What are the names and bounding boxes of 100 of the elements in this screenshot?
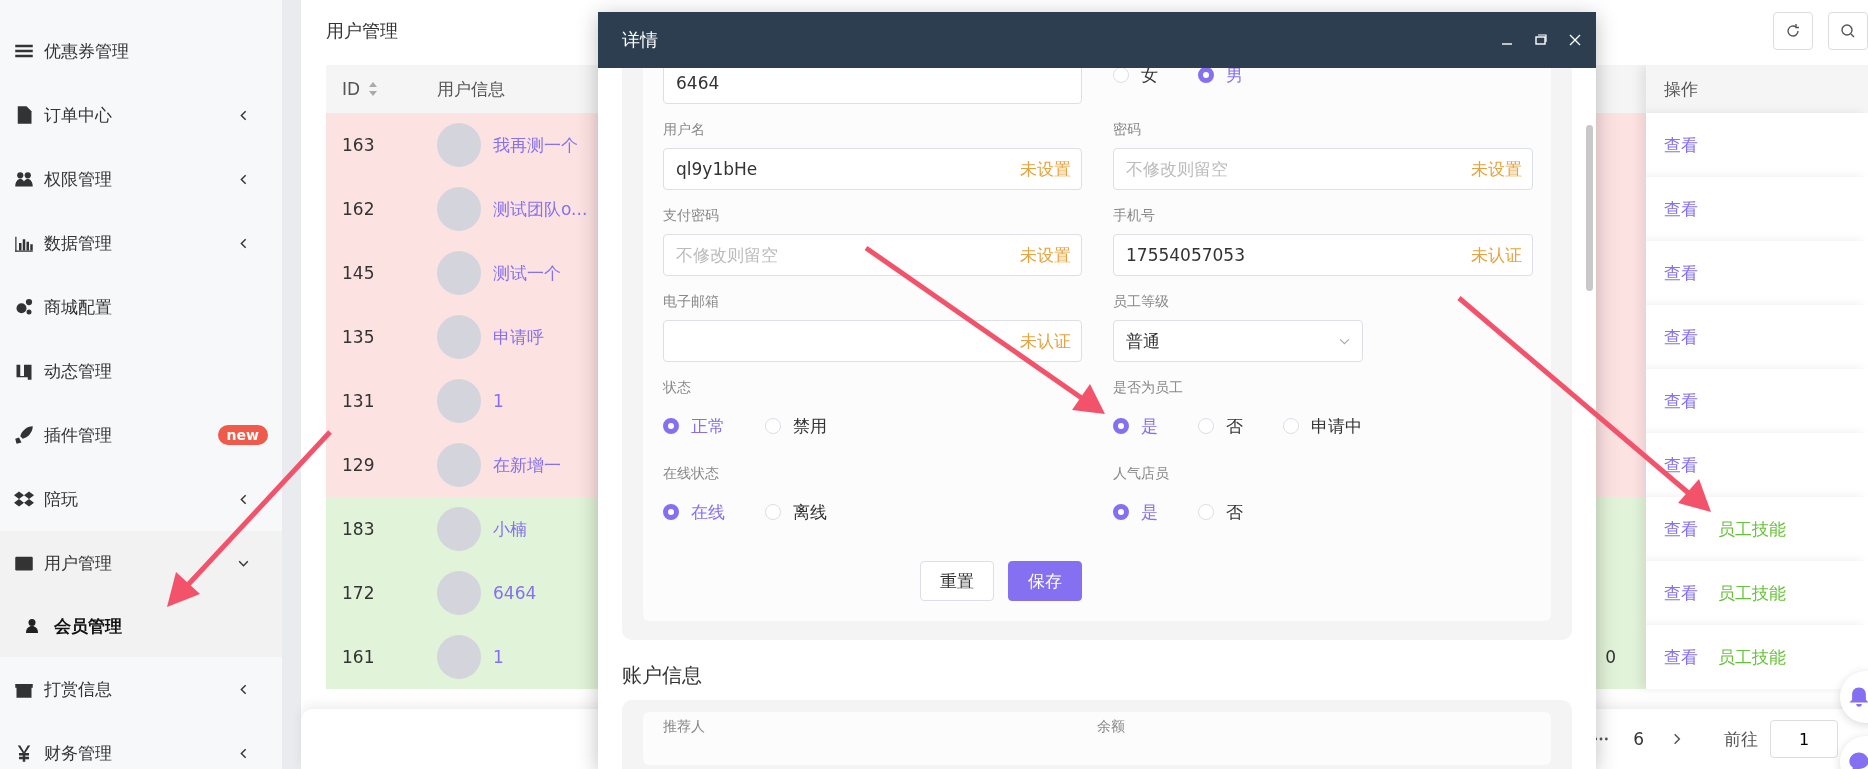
dialog-title: 详情: [622, 28, 658, 52]
column-header: ID: [342, 79, 361, 99]
search-icon: [1840, 23, 1856, 39]
view-link[interactable]: 查看: [1664, 325, 1698, 349]
avatar-placeholder: [437, 187, 481, 231]
menu-item-icon: [14, 297, 34, 317]
sidebar-item[interactable]: 权限管理: [0, 147, 282, 211]
user-name-link[interactable]: 测试一个: [493, 261, 561, 285]
field-label: 余额: [1097, 717, 1126, 736]
avatar-placeholder: [437, 251, 481, 295]
view-link[interactable]: 查看: [1664, 197, 1698, 221]
user-name-link[interactable]: 申请呼: [493, 325, 544, 349]
field-label: 员工等级: [1113, 292, 1170, 311]
radio-option[interactable]: 否: [1198, 414, 1243, 438]
bell-icon: [1848, 686, 1868, 708]
page-number[interactable]: 6: [1633, 729, 1644, 749]
column-header: 用户信息: [437, 77, 505, 101]
radio-option[interactable]: 男: [1198, 68, 1243, 87]
skills-link[interactable]: 员工技能: [1718, 645, 1786, 669]
id-cell: 145: [342, 263, 375, 283]
sidebar-item[interactable]: 优惠券管理: [0, 19, 282, 83]
sidebar-item[interactable]: 打赏信息: [0, 657, 282, 721]
view-link[interactable]: 查看: [1664, 389, 1698, 413]
page-input[interactable]: 1: [1770, 720, 1838, 758]
user-name-link[interactable]: 在新增一: [493, 453, 561, 477]
skills-link[interactable]: 员工技能: [1718, 581, 1786, 605]
radio-option[interactable]: 否: [1198, 500, 1243, 524]
sidebar-item[interactable]: 陪玩: [0, 467, 282, 531]
chat-bubble-icon: [1848, 751, 1868, 769]
id-cell: 161: [342, 647, 375, 667]
column-header: 操作: [1664, 77, 1698, 101]
sidebar-item[interactable]: 数据管理: [0, 211, 282, 275]
field-label: 推荐人: [663, 717, 706, 736]
maximize-icon[interactable]: [1534, 33, 1548, 47]
id-cell: 135: [342, 327, 375, 347]
input-field[interactable]: 6464: [663, 68, 1082, 104]
field-label: 人气店员: [1113, 464, 1170, 483]
user-name-link[interactable]: 1: [493, 391, 504, 411]
skills-link[interactable]: 员工技能: [1718, 517, 1786, 541]
user-name-link[interactable]: 1: [493, 647, 504, 667]
status-label: 未设置: [1471, 158, 1522, 181]
save-button[interactable]: 保存: [1008, 561, 1082, 601]
avatar-placeholder: [437, 571, 481, 615]
user-name-link[interactable]: 测试团队o...: [493, 197, 588, 221]
avatar-placeholder: [437, 507, 481, 551]
refresh-button[interactable]: [1773, 12, 1813, 50]
field-label: 支付密码: [663, 206, 720, 225]
id-cell: 163: [342, 135, 375, 155]
radio-option[interactable]: 申请中: [1283, 414, 1362, 438]
status-label: 未设置: [1020, 158, 1071, 181]
id-cell: 162: [342, 199, 375, 219]
person-icon: [24, 618, 40, 634]
menu-item-icon: [14, 425, 34, 445]
radio-option[interactable]: 离线: [765, 500, 827, 524]
sidebar-item[interactable]: 商城配置: [0, 275, 282, 339]
field-label: 密码: [1113, 120, 1142, 139]
sidebar-item[interactable]: 订单中心: [0, 83, 282, 147]
status-label: 未认证: [1471, 244, 1522, 267]
view-link[interactable]: 查看: [1664, 133, 1698, 157]
avatar-placeholder: [437, 635, 481, 679]
scrollbar-thumb[interactable]: [1586, 125, 1593, 291]
radio-option[interactable]: 是: [1113, 500, 1158, 524]
search-button[interactable]: [1828, 12, 1868, 50]
input-field[interactable]: [663, 320, 1082, 362]
field-label: 在线状态: [663, 464, 720, 483]
refresh-icon: [1785, 23, 1801, 39]
sort-icon[interactable]: [368, 81, 379, 97]
id-cell: 129: [342, 455, 375, 475]
field-label: 状态: [663, 378, 692, 397]
sidebar-item[interactable]: 动态管理: [0, 339, 282, 403]
avatar-placeholder: [437, 443, 481, 487]
id-cell: 131: [342, 391, 375, 411]
sidebar-item[interactable]: 用户管理: [0, 531, 282, 595]
new-badge: new: [217, 425, 268, 445]
radio-option[interactable]: 正常: [663, 414, 725, 438]
sidebar-item[interactable]: 财务管理: [0, 721, 282, 769]
submenu-item[interactable]: 会员管理: [0, 595, 282, 657]
close-icon[interactable]: [1568, 33, 1582, 47]
user-name-link[interactable]: 6464: [493, 583, 537, 603]
goto-label: 前往: [1724, 727, 1758, 751]
user-name-link[interactable]: 我再测一个: [493, 133, 578, 157]
user-name-link[interactable]: 小楠: [493, 517, 527, 541]
field-label: 是否为员工: [1113, 378, 1184, 397]
reset-button[interactable]: 重置: [920, 561, 994, 601]
status-label: 未设置: [1020, 244, 1071, 267]
id-cell: 172: [342, 583, 375, 603]
id-cell: 183: [342, 519, 375, 539]
view-link[interactable]: 查看: [1664, 581, 1698, 605]
avatar-placeholder: [437, 315, 481, 359]
view-link[interactable]: 查看: [1664, 261, 1698, 285]
radio-option[interactable]: 禁用: [765, 414, 827, 438]
radio-option[interactable]: 是: [1113, 414, 1158, 438]
view-link[interactable]: 查看: [1664, 645, 1698, 669]
view-link[interactable]: 查看: [1664, 453, 1698, 477]
status-label: 未认证: [1020, 330, 1071, 353]
radio-option[interactable]: 在线: [663, 500, 725, 524]
table-cell: 0: [1605, 647, 1616, 667]
select-field[interactable]: 普通: [1113, 320, 1363, 362]
view-link[interactable]: 查看: [1664, 517, 1698, 541]
sidebar-item[interactable]: 插件管理 new: [0, 403, 282, 467]
